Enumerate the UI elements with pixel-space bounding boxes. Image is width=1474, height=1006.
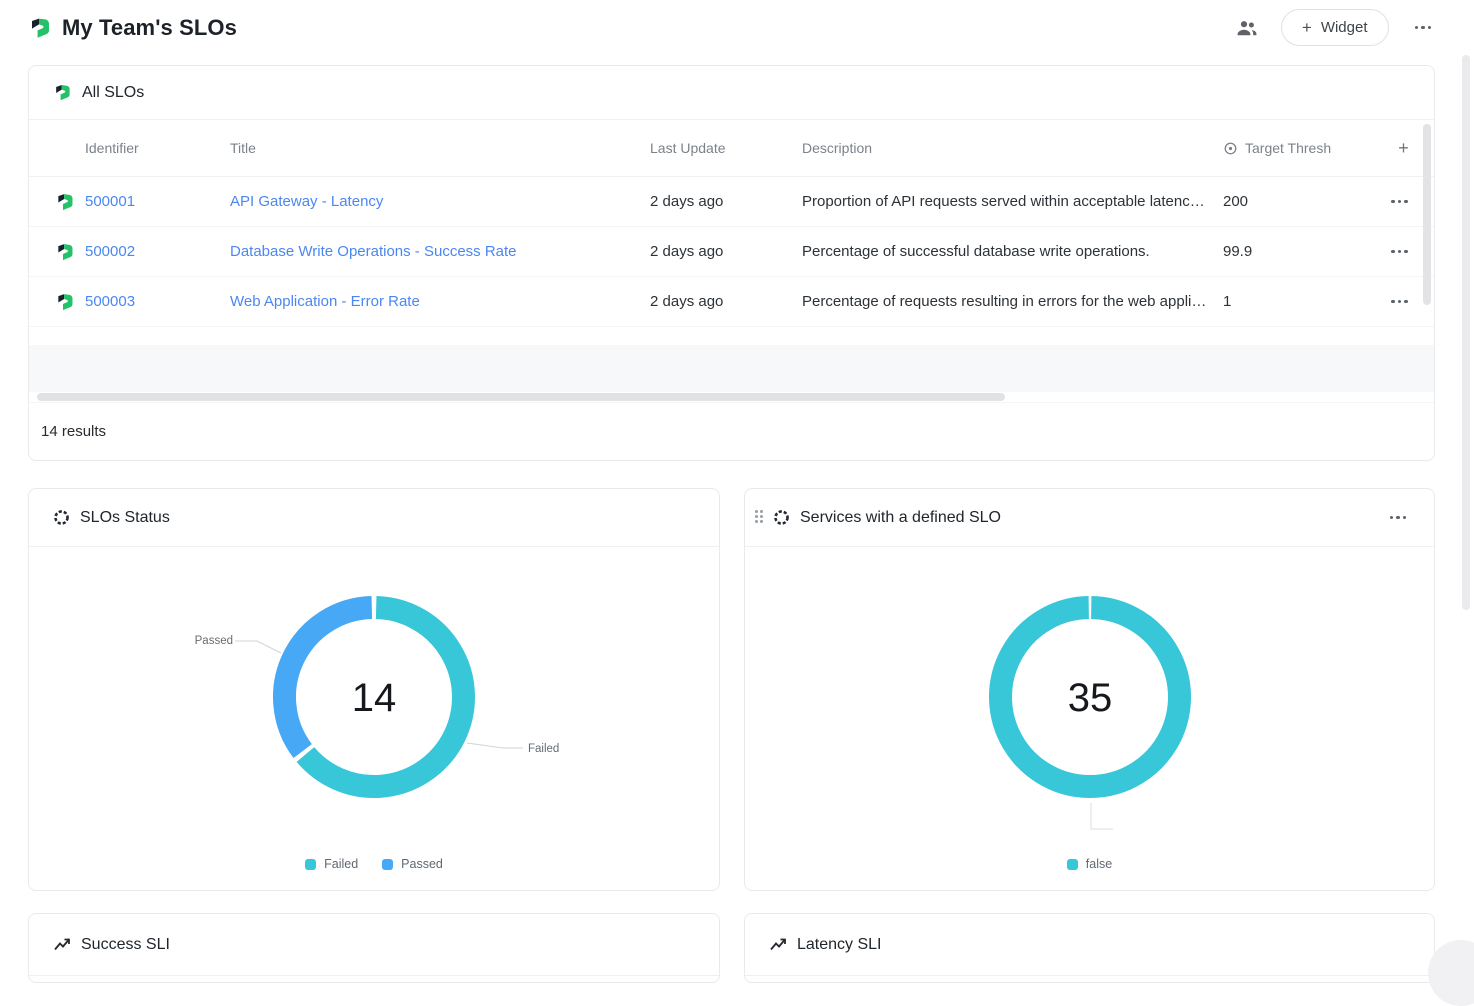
- column-identifier[interactable]: Identifier: [85, 140, 230, 156]
- entity-icon: [29, 192, 85, 212]
- chart-legend: false: [745, 857, 1434, 871]
- legend-item-false[interactable]: false: [1067, 857, 1112, 871]
- failed-slice-label: Failed: [528, 743, 559, 755]
- row-menu-button[interactable]: [1387, 246, 1412, 258]
- slos-status-widget: SLOs Status Passed Failed 14 Failed Pass…: [28, 488, 720, 891]
- target-thresh-value: 1: [1223, 293, 1387, 310]
- blueprint-icon: [53, 83, 72, 102]
- services-slo-donut-chart[interactable]: 35: [745, 547, 1434, 857]
- slos-status-donut-chart[interactable]: Passed Failed 14: [29, 547, 719, 857]
- plus-icon: +: [1302, 19, 1312, 36]
- pie-chart-icon: [53, 509, 70, 526]
- trend-line-icon: [53, 936, 71, 954]
- last-update-value: 2 days ago: [650, 193, 802, 210]
- title-link[interactable]: API Gateway - Latency: [230, 193, 383, 210]
- latency-sli-widget: Latency SLI: [744, 913, 1435, 983]
- column-title[interactable]: Title: [230, 140, 650, 156]
- widget-menu-button[interactable]: [1386, 512, 1411, 524]
- target-thresh-value: 99.9: [1223, 243, 1387, 260]
- table-row[interactable]: 500003 Web Application - Error Rate 2 da…: [29, 277, 1434, 327]
- column-last-update[interactable]: Last Update: [650, 140, 802, 156]
- sli-widget-title: Latency SLI: [797, 936, 882, 954]
- target-icon: [1223, 141, 1238, 156]
- identifier-link[interactable]: 500002: [85, 243, 135, 260]
- identifier-link[interactable]: 500001: [85, 193, 135, 210]
- horizontal-scrollbar-thumb[interactable]: [37, 393, 1005, 401]
- passed-slice-label: Passed: [195, 635, 233, 647]
- table-vertical-scrollbar-thumb[interactable]: [1423, 124, 1431, 305]
- chart-legend: Failed Passed: [29, 857, 719, 871]
- table-row[interactable]: 500001 API Gateway - Latency 2 days ago …: [29, 177, 1434, 227]
- identifier-link[interactable]: 500003: [85, 293, 135, 310]
- last-update-value: 2 days ago: [650, 293, 802, 310]
- legend-item-failed[interactable]: Failed: [305, 857, 358, 871]
- last-update-value: 2 days ago: [650, 243, 802, 260]
- entity-icon: [29, 292, 85, 312]
- chart-widget-title: SLOs Status: [80, 509, 170, 527]
- results-count: 14 results: [29, 402, 1434, 460]
- services-slo-widget: Services with a defined SLO 35 false: [744, 488, 1435, 891]
- false-swatch: [1067, 859, 1078, 870]
- entity-icon: [29, 242, 85, 262]
- title-link[interactable]: Database Write Operations - Success Rate: [230, 243, 517, 260]
- pie-chart-icon: [773, 509, 790, 526]
- failed-swatch: [305, 859, 316, 870]
- page-title: My Team's SLOs: [62, 15, 237, 41]
- row-menu-button[interactable]: [1387, 296, 1412, 308]
- add-widget-label: Widget: [1321, 19, 1368, 36]
- description-value: Proportion of API requests served within…: [802, 193, 1223, 210]
- legend-item-passed[interactable]: Passed: [382, 857, 443, 871]
- description-value: Percentage of requests resulting in erro…: [802, 293, 1223, 310]
- chart-widget-title: Services with a defined SLO: [800, 509, 1001, 527]
- share-users-icon[interactable]: [1235, 16, 1259, 40]
- description-value: Percentage of successful database write …: [802, 243, 1223, 260]
- table-empty-area: [29, 345, 1434, 392]
- dashboard-logo-icon: [28, 16, 52, 40]
- table-horizontal-scrollbar[interactable]: [29, 392, 1434, 402]
- table-widget-title: All SLOs: [82, 84, 144, 102]
- table-header-row: Identifier Title Last Update Description…: [29, 120, 1434, 177]
- drag-handle-icon[interactable]: [755, 510, 765, 525]
- topbar: My Team's SLOs + Widget: [28, 0, 1435, 53]
- sli-widget-title: Success SLI: [81, 936, 170, 954]
- all-slos-widget: All SLOs Identifier Title Last Update De…: [28, 65, 1435, 461]
- title-link[interactable]: Web Application - Error Rate: [230, 293, 420, 310]
- table-row[interactable]: 500002 Database Write Operations - Succe…: [29, 227, 1434, 277]
- passed-swatch: [382, 859, 393, 870]
- column-target-thresh[interactable]: Target Thresh: [1223, 140, 1387, 156]
- success-sli-widget: Success SLI: [28, 913, 720, 983]
- column-description[interactable]: Description: [802, 140, 1223, 156]
- page-menu-button[interactable]: [1411, 22, 1436, 34]
- trend-line-icon: [769, 936, 787, 954]
- page-scrollbar-thumb[interactable]: [1462, 55, 1470, 610]
- row-menu-button[interactable]: [1387, 196, 1412, 208]
- donut-center-value: 35: [1068, 676, 1113, 720]
- donut-center-value: 14: [352, 676, 397, 720]
- add-widget-button[interactable]: + Widget: [1281, 9, 1389, 46]
- target-thresh-value: 200: [1223, 193, 1387, 210]
